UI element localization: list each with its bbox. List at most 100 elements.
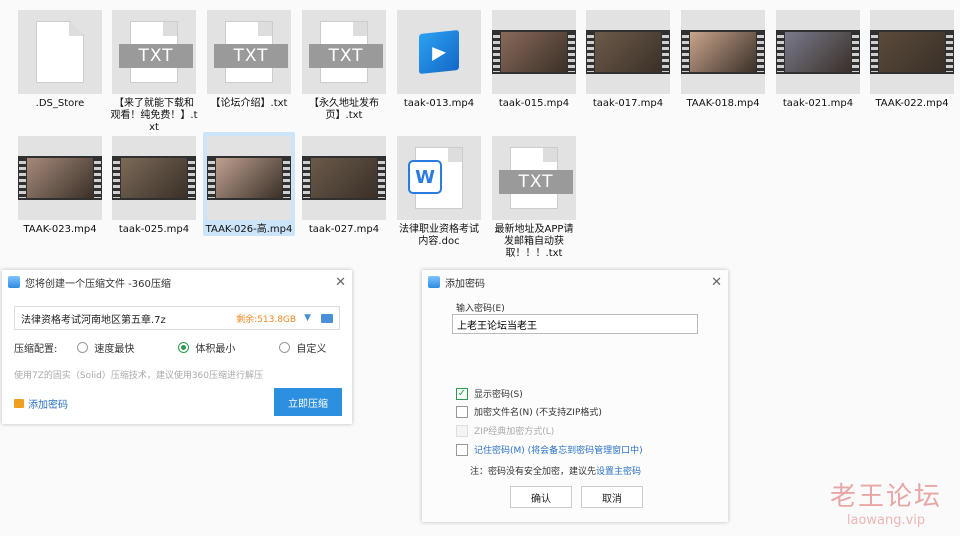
cancel-button[interactable]: 取消 [581, 486, 643, 508]
file-name: taak-013.mp4 [403, 98, 475, 109]
file-item[interactable]: taak-017.mp4 [582, 6, 674, 110]
file-name: TAAK-023.mp4 [23, 224, 97, 235]
remember-password-row[interactable]: 记住密码(M) (将会备忘到密码管理窗口中) [456, 443, 643, 456]
file-thumbnail [207, 136, 291, 220]
video-frame [311, 158, 377, 198]
blank-file-icon [36, 21, 84, 83]
archive-path-text: 法律资格考试河南地区第五章.7z [21, 314, 166, 326]
compress-dialog-titlebar[interactable]: 您将创建一个压缩文件 -360压缩 ✕ [2, 270, 352, 294]
option-fastest-label[interactable]: 速度最快 [94, 340, 134, 355]
close-icon[interactable]: ✕ [711, 275, 722, 290]
password-dialog: 添加密码 ✕ 输入密码(E) ✓ 显示密码(S) 加密文件名(N) (不支持ZI… [422, 270, 728, 522]
file-item[interactable]: TAAK-023.mp4 [14, 132, 106, 236]
file-name: TAAK-026-高.mp4 [205, 224, 293, 235]
text-file-icon: TXT [309, 21, 383, 83]
show-password-checkbox[interactable]: ✓ [456, 387, 468, 400]
encrypt-names-checkbox[interactable] [456, 405, 468, 418]
watermark-url: laowang.vip [846, 513, 926, 528]
video-frame [595, 32, 661, 72]
file-thumbnail [112, 136, 196, 220]
txt-label: TXT [214, 44, 288, 68]
file-name: taak-025.mp4 [118, 224, 190, 235]
password-app-icon [428, 276, 440, 288]
close-icon[interactable]: ✕ [335, 275, 346, 290]
compress-config-label: 压缩配置: [14, 344, 58, 355]
file-item[interactable]: TAAK-022.mp4 [866, 6, 958, 110]
confirm-button[interactable]: 确认 [510, 486, 572, 508]
txt-label: TXT [499, 170, 573, 194]
file-item[interactable]: TXT 【论坛介绍】.txt [203, 6, 295, 110]
text-file-icon: TXT [499, 147, 573, 209]
video-thumbnail-icon [681, 30, 765, 74]
password-note: 注：密码没有安全加密，建议先设置主密码 [470, 464, 641, 477]
video-player-icon: ▶ [419, 29, 459, 75]
file-name: taak-017.mp4 [592, 98, 664, 109]
video-thumbnail-icon [870, 30, 954, 74]
file-thumbnail [18, 10, 102, 94]
add-password-label: 添加密码 [28, 400, 68, 411]
file-name: 最新地址及APP请发邮箱自动获取！！！.txt [494, 224, 574, 259]
file-thumbnail: ▶ [397, 10, 481, 94]
video-thumbnail-icon [18, 156, 102, 200]
file-thumbnail [302, 136, 386, 220]
file-item[interactable]: TXT 【永久地址发布页】.txt [298, 6, 390, 122]
watermark: 老王论坛 laowang.vip [830, 476, 942, 528]
file-name: TAAK-018.mp4 [686, 98, 760, 109]
zip-classic-row: ZIP经典加密方式(L) [456, 424, 554, 437]
password-dialog-title: 添加密码 [445, 278, 485, 290]
add-password-link[interactable]: 添加密码 [14, 396, 68, 411]
file-name: taak-015.mp4 [498, 98, 570, 109]
file-grid: .DS_Store TXT 【来了就能下载和观看！纯免费！】.txt TXT 【论坛介绍… [0, 0, 960, 270]
video-frame [27, 158, 93, 198]
compress-now-button[interactable]: 立即压缩 [274, 388, 342, 416]
file-thumbnail [18, 136, 102, 220]
file-name: .DS_Store [35, 98, 85, 109]
archive-path-input[interactable]: 法律资格考试河南地区第五章.7z 剩余:513.8GB ▼ [14, 306, 340, 330]
chevron-down-icon[interactable]: ▼ [304, 313, 311, 323]
file-name: taak-021.mp4 [782, 98, 854, 109]
option-smallest-label[interactable]: 体积最小 [195, 340, 235, 355]
password-note-text: 注：密码没有安全加密，建议先 [470, 467, 597, 477]
file-item[interactable]: TAAK-026-高.mp4 [203, 132, 295, 236]
password-dialog-titlebar[interactable]: 添加密码 ✕ [422, 270, 728, 294]
file-thumbnail [870, 10, 954, 94]
file-item[interactable]: TAAK-018.mp4 [677, 6, 769, 110]
option-custom-label[interactable]: 自定义 [296, 340, 326, 355]
file-thumbnail [776, 10, 860, 94]
file-thumbnail [492, 10, 576, 94]
option-custom-radio[interactable] [279, 342, 291, 353]
file-item[interactable]: TXT 【来了就能下载和观看！纯免费！】.txt [108, 6, 200, 134]
video-frame [879, 32, 945, 72]
file-item[interactable]: .DS_Store [14, 6, 106, 110]
file-name: 【永久地址发布页】.txt [309, 98, 379, 121]
word-w-icon: W [408, 160, 442, 194]
remember-password-checkbox[interactable] [456, 443, 468, 456]
lock-icon [14, 399, 24, 408]
folder-icon[interactable] [321, 313, 333, 323]
video-frame [216, 158, 282, 198]
compress-hint: 使用7Z的固实（Solid）压缩技术，建议使用360压缩进行解压 [14, 371, 264, 381]
show-password-row[interactable]: ✓ 显示密码(S) [456, 387, 523, 400]
text-file-icon: TXT [214, 21, 288, 83]
password-input[interactable] [452, 314, 698, 334]
file-item[interactable]: taak-027.mp4 [298, 132, 390, 236]
set-master-password-link[interactable]: 设置主密码 [596, 467, 641, 477]
password-input-label: 输入密码(E) [456, 304, 505, 314]
file-item[interactable]: W 法律职业资格考试内容.doc [393, 132, 485, 248]
file-item[interactable]: ▶ taak-013.mp4 [393, 6, 485, 110]
file-name: 【来了就能下载和观看！纯免费！】.txt [110, 98, 198, 133]
option-smallest-radio[interactable] [178, 342, 190, 353]
play-icon: ▶ [432, 40, 446, 64]
watermark-title: 老王论坛 [829, 482, 942, 512]
file-item[interactable]: taak-025.mp4 [108, 132, 200, 236]
file-thumbnail: W [397, 136, 481, 220]
file-thumbnail [681, 10, 765, 94]
file-item[interactable]: TXT 最新地址及APP请发邮箱自动获取！！！.txt [488, 132, 580, 260]
file-thumbnail: TXT [492, 136, 576, 220]
file-thumbnail: TXT [302, 10, 386, 94]
encrypt-names-row[interactable]: 加密文件名(N) (不支持ZIP格式) [456, 405, 602, 418]
txt-label: TXT [119, 44, 193, 68]
option-fastest-radio[interactable] [77, 342, 89, 353]
file-item[interactable]: taak-015.mp4 [488, 6, 580, 110]
file-item[interactable]: taak-021.mp4 [772, 6, 864, 110]
